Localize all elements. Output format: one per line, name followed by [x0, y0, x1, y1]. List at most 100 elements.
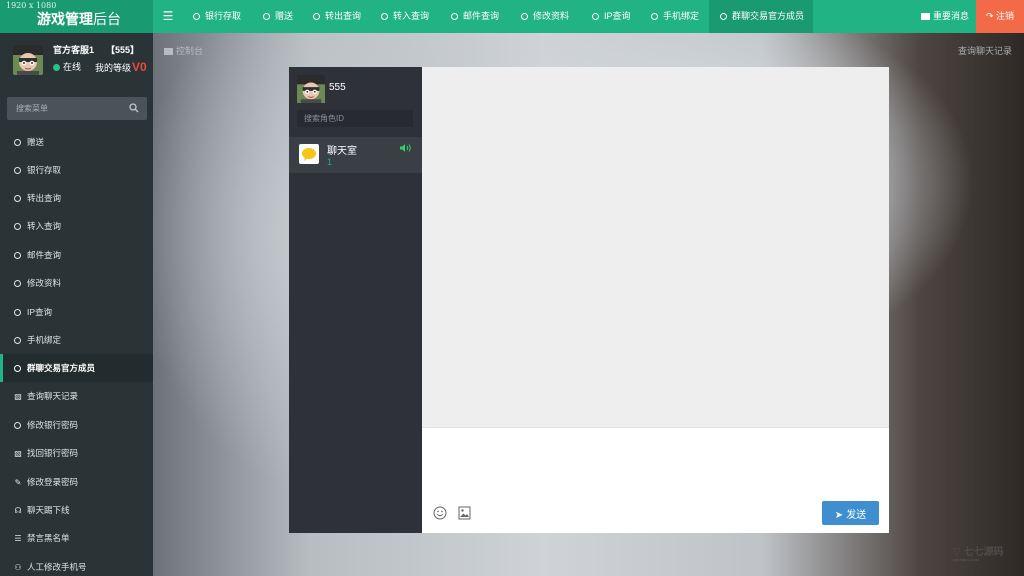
- nav-item-label: 手机绑定: [663, 11, 700, 21]
- chat-input-area: ➤ 发送: [422, 427, 889, 533]
- nav-item-bank[interactable]: 银行存取: [193, 0, 241, 33]
- brand-title-bold: 游戏管理: [37, 11, 93, 27]
- send-button-label: 发送: [846, 509, 867, 521]
- sidebar-item-bank[interactable]: 银行存取: [0, 156, 153, 184]
- sidebar-item-label: 聊天踢下线: [27, 505, 70, 515]
- online-status: 在线: [53, 60, 81, 73]
- circle-icon: [14, 139, 21, 146]
- user-level-value: V0: [132, 60, 147, 74]
- sidebar-item-mute-blacklist[interactable]: ☰ 禁言黑名单: [0, 524, 153, 552]
- circle-icon: [14, 223, 21, 230]
- sidebar-item-label: 查询聊天记录: [27, 391, 79, 401]
- sidebar-item-change-login-password[interactable]: ✎ 修改登录密码: [0, 468, 153, 496]
- logout-label: 注销: [996, 11, 1015, 21]
- paper-plane-icon: ➤: [834, 509, 844, 521]
- chat-message-area: [422, 67, 889, 427]
- nav-item-label: 转出查询: [325, 11, 362, 21]
- sidebar-item-profile[interactable]: 修改资料: [0, 269, 153, 297]
- nav-item-mail[interactable]: 邮件查询: [451, 0, 499, 33]
- circle-icon: [263, 13, 270, 20]
- sidebar-item-label: 手机绑定: [27, 335, 62, 345]
- sidebar-item-transfer-out[interactable]: 转出查询: [0, 184, 153, 212]
- sidebar-item-kick-offline[interactable]: ☊ 聊天踢下线: [0, 496, 153, 524]
- list-icon: ☰: [14, 534, 22, 543]
- send-button[interactable]: ➤ 发送: [822, 501, 879, 525]
- circle-icon: [592, 13, 599, 20]
- menu-toggle-icon[interactable]: ☰: [153, 0, 183, 33]
- nav-item-group-chat[interactable]: 群聊交易官方成员: [709, 0, 813, 33]
- nav-item-transfer-out[interactable]: 转出查询: [313, 0, 361, 33]
- search-icon[interactable]: [129, 103, 139, 113]
- nav-item-ip[interactable]: IP查询: [592, 0, 631, 33]
- sidebar-search-input[interactable]: [7, 97, 127, 120]
- sidebar-item-label: 找回银行密码: [27, 448, 79, 458]
- nav-item-label: 邮件查询: [463, 11, 500, 21]
- sidebar-item-label: 人工修改手机号: [27, 562, 87, 572]
- sidebar-item-label: 邮件查询: [27, 250, 62, 260]
- breadcrumb[interactable]: 控制台: [164, 44, 203, 57]
- sidebar-item-label: 银行存取: [27, 165, 62, 175]
- sidebar-item-mail[interactable]: 邮件查询: [0, 241, 153, 269]
- sidebar-item-label: 修改登录密码: [27, 477, 79, 487]
- sidebar-item-label: 转出查询: [27, 193, 62, 203]
- user-level: 我的等级V0: [95, 60, 147, 74]
- circle-icon: [451, 13, 458, 20]
- sidebar-item-recover-bank-password[interactable]: ▧ 找回银行密码: [0, 439, 153, 467]
- message-input[interactable]: [428, 432, 883, 498]
- circle-icon: [14, 309, 21, 316]
- sidebar-item-manual-phone[interactable]: ⚇ 人工修改手机号: [0, 553, 153, 576]
- user-name: 官方客服1: [53, 45, 95, 55]
- sidebar-item-label: 修改银行密码: [27, 420, 79, 430]
- brand: 1920 x 1080 游戏管理后台: [0, 0, 153, 33]
- nav-item-label: 修改资料: [533, 11, 570, 21]
- sidebar-item-group-chat[interactable]: 群聊交易官方成员: [0, 354, 153, 382]
- chat-history-link[interactable]: 查询聊天记录: [958, 44, 1012, 57]
- circle-icon: [651, 13, 658, 20]
- circle-icon: [14, 167, 21, 174]
- sidebar-item-label: 修改资料: [27, 278, 62, 288]
- pencil-icon: ✎: [14, 478, 22, 487]
- speaker-icon[interactable]: [399, 143, 413, 153]
- circle-icon: [14, 252, 21, 259]
- logout-button[interactable]: ↷ 注销: [976, 0, 1024, 33]
- nav-item-label: 银行存取: [205, 11, 242, 21]
- image-icon[interactable]: [458, 506, 471, 520]
- sidebar-item-label: 禁言黑名单: [27, 533, 70, 543]
- circle-icon: [14, 195, 21, 202]
- avatar[interactable]: [13, 45, 43, 75]
- sidebar-item-ip[interactable]: IP查询: [0, 298, 153, 326]
- emoji-icon[interactable]: [433, 506, 447, 520]
- sidebar-item-change-bank-password[interactable]: 修改银行密码: [0, 411, 153, 439]
- sidebar-item-transfer-in[interactable]: 转入查询: [0, 212, 153, 240]
- avatar[interactable]: [297, 75, 325, 103]
- sidebar-search: [7, 97, 147, 120]
- circle-icon: [14, 280, 21, 287]
- sidebar-item-gift[interactable]: 赠送: [0, 128, 153, 156]
- breadcrumb-label: 控制台: [176, 46, 204, 56]
- important-messages-label: 重要消息: [932, 11, 969, 21]
- chat-list-panel: 555 聊天室 1: [289, 67, 422, 533]
- chat-room-count: 1: [327, 157, 333, 167]
- nav-item-profile[interactable]: 修改资料: [521, 0, 569, 33]
- brand-title[interactable]: 游戏管理后台: [37, 9, 121, 29]
- brand-title-light: 后台: [93, 11, 121, 27]
- nav-item-transfer-in[interactable]: 转入查询: [381, 0, 429, 33]
- status-dot-icon: [53, 64, 60, 71]
- user-level-label: 我的等级: [95, 63, 132, 73]
- binoculars-icon: ⚇: [14, 563, 22, 572]
- important-messages-button[interactable]: 重要消息: [914, 0, 976, 33]
- nav-item-phone[interactable]: 手机绑定: [651, 0, 699, 33]
- mail-icon: [920, 13, 930, 20]
- nav-item-label: IP查询: [604, 11, 631, 21]
- top-bar: 1920 x 1080 游戏管理后台 ☰ 银行存取 赠送 转出查询 转入查询 邮…: [0, 0, 1024, 33]
- online-status-label: 在线: [63, 62, 82, 72]
- sidebar-item-phone[interactable]: 手机绑定: [0, 326, 153, 354]
- sidebar-item-chat-history[interactable]: ▧ 查询聊天记录: [0, 382, 153, 410]
- sidebar-item-label: 群聊交易官方成员: [27, 363, 96, 373]
- nav-item-gift[interactable]: 赠送: [263, 0, 293, 33]
- circle-icon: [193, 13, 200, 20]
- role-id-search-input[interactable]: [297, 110, 413, 127]
- chat-room-item[interactable]: 聊天室 1: [289, 137, 422, 173]
- logout-icon: ↷: [985, 11, 994, 21]
- home-icon: [164, 48, 173, 55]
